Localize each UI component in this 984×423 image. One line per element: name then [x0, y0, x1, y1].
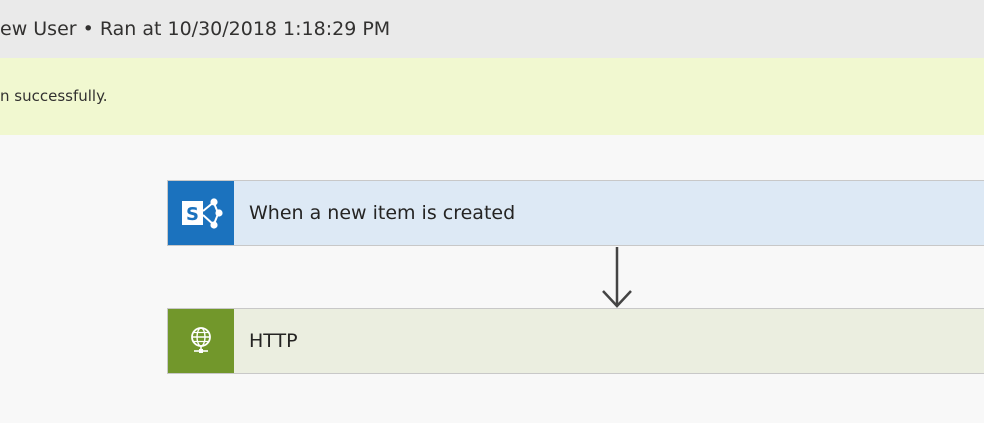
run-header: ew User • Ran at 10/30/2018 1:18:29 PM	[0, 0, 984, 58]
run-title: ew User • Ran at 10/30/2018 1:18:29 PM	[0, 18, 391, 40]
status-banner: n successfully.	[0, 58, 984, 135]
flow-canvas	[0, 135, 984, 423]
step-title: HTTP	[249, 330, 298, 352]
step-card-trigger[interactable]: S When a new item is created	[167, 180, 984, 246]
step-title: When a new item is created	[249, 202, 516, 224]
connector-arrow-icon	[602, 247, 632, 308]
svg-text:S: S	[186, 204, 199, 225]
status-message: n successfully.	[0, 87, 108, 105]
sharepoint-icon: S	[168, 181, 234, 245]
globe-icon	[168, 309, 234, 373]
step-card-http[interactable]: HTTP	[167, 308, 984, 374]
